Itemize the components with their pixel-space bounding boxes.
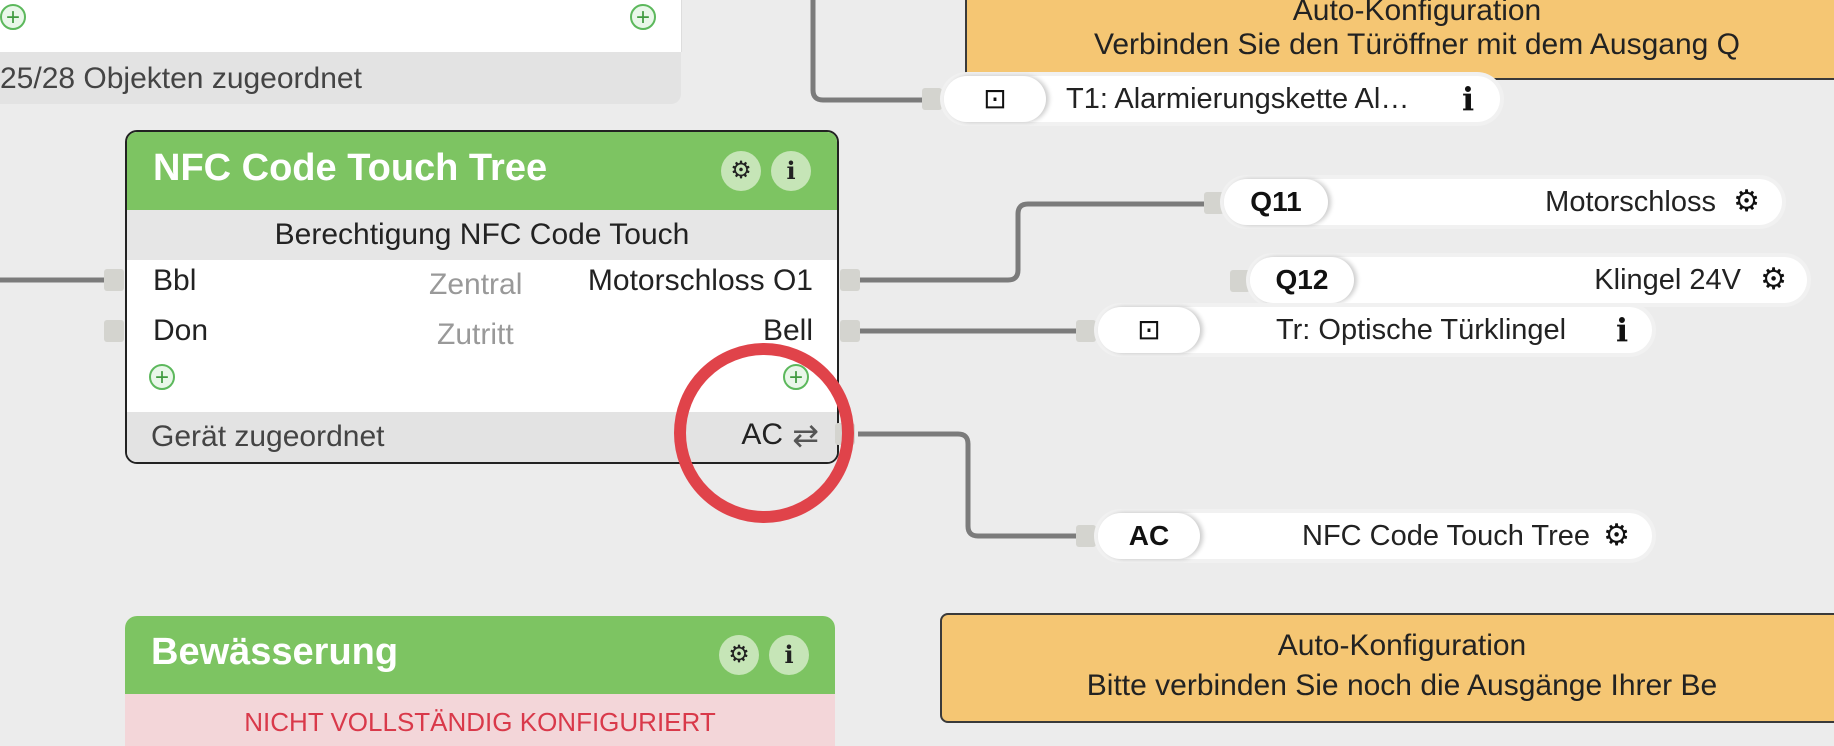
add-input-button[interactable]: + — [149, 364, 175, 390]
gear-icon[interactable]: ⚙ — [1760, 262, 1787, 297]
connector-label: NFC Code Touch Tree — [1302, 520, 1590, 552]
connector-alarm-chain[interactable]: ⊡ T1: Alarmierungskette Al… i — [944, 76, 1500, 122]
connector-q11[interactable]: Q11 Motorschloss ⚙ — [1224, 179, 1782, 225]
incomplete-config-warning: NICHT VOLLSTÄNDIG KONFIGURIERT — [125, 694, 835, 746]
node-title: NFC Code Touch Tree — [153, 147, 548, 189]
port-stub-bbl[interactable] — [104, 269, 124, 291]
gear-icon[interactable]: ⚙ — [1733, 184, 1760, 219]
connector-label: Tr: Optische Türklingel — [1276, 314, 1567, 346]
highlight-circle — [674, 343, 854, 523]
port-stub-don[interactable] — [104, 320, 124, 342]
connector-tag: AC — [1098, 513, 1200, 559]
node-header[interactable]: NFC Code Touch Tree ⚙ i — [127, 132, 837, 210]
connector-stub[interactable] — [922, 88, 942, 110]
top-block-body: + + — [0, 0, 682, 52]
input-port-don[interactable]: Don — [153, 314, 208, 348]
port-stub-bell[interactable] — [840, 320, 860, 342]
assignment-status: 25/28 Objekten zugeordnet — [0, 62, 362, 95]
node-title: Bewässerung — [151, 631, 399, 673]
node-header[interactable]: Bewässerung ⚙ i — [125, 616, 835, 694]
connector-label: T1: Alarmierungskette Al… — [1066, 83, 1410, 115]
bewaesserung-node[interactable]: Bewässerung ⚙ i NICHT VOLLSTÄNDIG KONFIG… — [125, 616, 835, 746]
gear-icon[interactable]: ⚙ — [1603, 518, 1630, 553]
wire-top-alarm — [810, 0, 940, 103]
connector-q12[interactable]: Q12 Klingel 24V ⚙ — [1250, 257, 1807, 303]
info-icon[interactable]: i — [1462, 80, 1474, 118]
auto-config-banner-top: Auto-Konfiguration Verbinden Sie den Tür… — [965, 0, 1834, 80]
wire-motorschloss — [858, 201, 1210, 283]
settings-gear-icon[interactable]: ⚙ — [721, 151, 761, 191]
banner-text: Bitte verbinden Sie noch die Ausgänge Ih… — [1086, 669, 1718, 702]
connector-stub[interactable] — [1204, 192, 1224, 214]
connector-stub[interactable] — [1076, 320, 1096, 342]
banner-title: Auto-Konfiguration — [1277, 629, 1527, 662]
settings-gear-icon[interactable]: ⚙ — [719, 635, 759, 675]
input-icon: ⊡ — [944, 76, 1046, 122]
input-type-zutritt: Zutritt — [437, 318, 514, 351]
input-type-zentral: Zentral — [429, 268, 523, 301]
input-port-bbl[interactable]: Bbl — [153, 264, 196, 298]
connector-ac[interactable]: AC NFC Code Touch Tree ⚙ — [1098, 513, 1652, 559]
connector-tag: Q12 — [1250, 257, 1354, 303]
auto-config-banner-bottom: Auto-Konfiguration Bitte verbinden Sie n… — [940, 613, 1834, 723]
top-block-footer: 25/28 Objekten zugeordnet — [0, 52, 681, 104]
wire-ac — [858, 431, 1080, 539]
connector-stub[interactable] — [1230, 270, 1250, 292]
info-icon[interactable]: i — [1616, 311, 1628, 349]
add-input-button[interactable]: + — [0, 4, 26, 30]
device-assigned-status: Gerät zugeordnet — [151, 420, 385, 453]
banner-title: Auto-Konfiguration — [1292, 0, 1542, 27]
port-stub-motorschloss[interactable] — [840, 269, 860, 291]
info-icon[interactable]: i — [769, 635, 809, 675]
connector-optical-doorbell[interactable]: ⊡ Tr: Optische Türklingel i — [1098, 307, 1652, 353]
connector-tag: Q11 — [1224, 179, 1328, 225]
output-port-motorschloss[interactable]: Motorschloss O1 — [588, 264, 813, 298]
banner-text: Verbinden Sie den Türöffner mit dem Ausg… — [1094, 28, 1740, 61]
add-output-button[interactable]: + — [630, 4, 656, 30]
node-subtitle: Berechtigung NFC Code Touch — [127, 210, 837, 260]
input-icon: ⊡ — [1098, 307, 1200, 353]
connector-label: Klingel 24V — [1594, 264, 1741, 296]
connector-label: Motorschloss — [1545, 186, 1716, 218]
connector-stub[interactable] — [1076, 525, 1096, 547]
info-icon[interactable]: i — [771, 151, 811, 191]
